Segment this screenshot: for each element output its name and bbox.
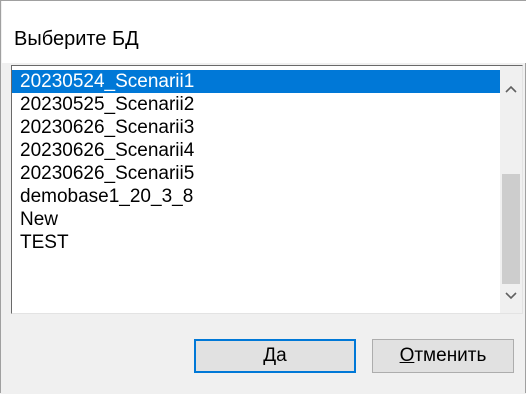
vertical-scrollbar[interactable] bbox=[500, 66, 522, 313]
chevron-up-icon bbox=[505, 85, 517, 93]
ok-mnemonic: Д bbox=[263, 345, 277, 366]
list-item[interactable]: 20230524_Scenarii1 bbox=[12, 70, 502, 93]
ok-button[interactable]: Да bbox=[194, 339, 356, 373]
database-listbox[interactable]: 20230524_Scenarii1 20230525_Scenarii2 20… bbox=[11, 65, 523, 314]
database-list: 20230524_Scenarii1 20230525_Scenarii2 20… bbox=[12, 70, 502, 254]
list-item[interactable]: 20230626_Scenarii4 bbox=[12, 139, 502, 162]
list-item[interactable]: 20230525_Scenarii2 bbox=[12, 93, 502, 116]
chevron-down-icon bbox=[505, 292, 517, 300]
cancel-button[interactable]: Отменить bbox=[372, 339, 514, 373]
list-item[interactable]: TEST bbox=[12, 231, 502, 254]
scroll-thumb[interactable] bbox=[502, 174, 520, 284]
dialog-title: Выберите БД bbox=[14, 28, 139, 50]
cancel-mnemonic: О bbox=[399, 345, 415, 366]
list-item[interactable]: demobase1_20_3_8 bbox=[12, 185, 502, 208]
ok-label: а bbox=[276, 345, 287, 366]
list-item[interactable]: New bbox=[12, 208, 502, 231]
list-item[interactable]: 20230626_Scenarii5 bbox=[12, 162, 502, 185]
scroll-up-button[interactable] bbox=[500, 78, 522, 100]
dialog-header: Выберите БД bbox=[2, 1, 526, 63]
select-db-dialog: Выберите БД 20230524_Scenarii1 20230525_… bbox=[0, 0, 526, 393]
cancel-label: тменить bbox=[414, 345, 487, 366]
scroll-down-button[interactable] bbox=[500, 285, 522, 307]
list-item[interactable]: 20230626_Scenarii3 bbox=[12, 116, 502, 139]
